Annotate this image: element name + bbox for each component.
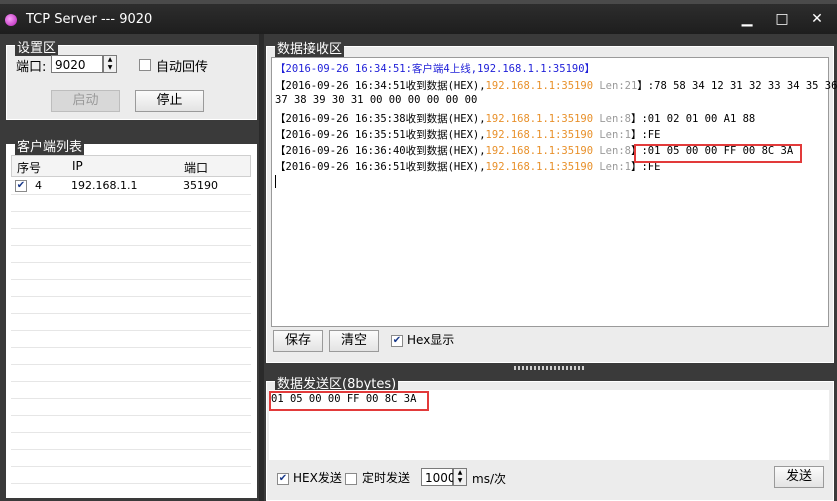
port-label: 端口:	[16, 60, 47, 75]
empty-row	[11, 382, 251, 399]
receive-group-label: 数据接收区	[275, 38, 345, 57]
empty-row	[11, 348, 251, 365]
empty-row	[11, 229, 251, 246]
port-input[interactable]: 9020	[51, 55, 103, 73]
empty-row	[11, 331, 251, 348]
app-icon	[5, 14, 17, 26]
right-panel: 数据接收区 【2016-09-26 16:34:51:客户端4上线,192.16…	[264, 34, 837, 501]
empty-row	[11, 314, 251, 331]
empty-row	[11, 212, 251, 229]
clear-button[interactable]: 清空	[329, 330, 379, 352]
interval-input[interactable]: 1000	[421, 468, 456, 486]
receive-line: 【2016-09-26 16:35:51收到数据(HEX),192.168.1.…	[275, 129, 661, 141]
table-row[interactable]: ✔ 4 192.168.1.1 35190	[11, 178, 251, 195]
window-title: TCP Server --- 9020	[26, 12, 153, 27]
auto-reply-label: 自动回传	[156, 60, 209, 75]
minimize-button[interactable]: ▁	[738, 10, 756, 28]
left-panel: 设置区 端口: 9020 ▲ ▼ 自动回传 启动 停止 客户端列表 序号 IP 端…	[0, 34, 262, 501]
client-port: 35190	[183, 179, 218, 192]
start-button[interactable]: 启动	[51, 90, 120, 112]
client-list-label: 客户端列表	[15, 136, 85, 155]
top-strip	[0, 0, 837, 4]
timed-send-label: 定时发送	[362, 471, 411, 485]
port-stepper[interactable]: ▲ ▼	[103, 55, 117, 73]
interval-stepper[interactable]: ▲ ▼	[453, 468, 467, 486]
empty-row	[11, 195, 251, 212]
highlight-box	[269, 391, 429, 411]
hex-display-label: Hex显示	[407, 333, 455, 347]
receive-textarea[interactable]: 【2016-09-26 16:34:51:客户端4上线,192.168.1.1:…	[271, 57, 837, 327]
settings-group-label: 设置区	[15, 37, 59, 56]
hex-send-label: HEX发送	[293, 471, 342, 485]
receive-line: 【2016-09-26 16:34:51:客户端4上线,192.168.1.1:…	[275, 63, 596, 75]
empty-row	[11, 399, 251, 416]
col-port[interactable]: 端口	[184, 159, 208, 176]
empty-row	[11, 297, 251, 314]
hex-send-checkbox[interactable]: ✔	[277, 473, 289, 485]
empty-row	[11, 433, 251, 450]
highlight-box	[634, 144, 802, 163]
send-group: 数据发送区(8bytes) 01 05 00 00 FF 00 8C 3A ✔ …	[266, 373, 834, 501]
empty-row	[11, 416, 251, 433]
client-index: 4	[35, 179, 42, 192]
interval-unit: ms/次	[472, 472, 506, 486]
send-button[interactable]: 发送	[774, 466, 824, 488]
horizontal-splitter[interactable]	[514, 366, 584, 370]
empty-row	[11, 246, 251, 263]
settings-group: 设置区 端口: 9020 ▲ ▼ 自动回传 启动 停止	[6, 37, 257, 120]
col-ip[interactable]: IP	[72, 159, 83, 173]
empty-row	[11, 280, 251, 297]
client-ip: 192.168.1.1	[71, 179, 138, 192]
title-bar: TCP Server --- 9020 ▁ □ ✕	[0, 0, 837, 34]
receive-group: 数据接收区 【2016-09-26 16:34:51:客户端4上线,192.16…	[266, 38, 837, 363]
client-row-checkbox[interactable]: ✔	[15, 180, 27, 192]
hex-display-checkbox[interactable]: ✔	[391, 335, 403, 347]
client-list-group: 客户端列表 序号 IP 端口 ✔ 4 192.168.1.1 35190	[6, 136, 257, 498]
receive-line: 37 38 39 30 31 00 00 00 00 00 00	[275, 94, 478, 106]
receive-line: 【2016-09-26 16:36:51收到数据(HEX),192.168.1.…	[275, 161, 661, 173]
empty-row	[11, 467, 251, 484]
auto-reply-checkbox[interactable]	[139, 59, 151, 71]
maximize-button[interactable]: □	[773, 10, 791, 28]
receive-line: 【2016-09-26 16:35:38收到数据(HEX),192.168.1.…	[275, 113, 756, 125]
timed-send-checkbox[interactable]	[345, 473, 357, 485]
stop-button[interactable]: 停止	[135, 90, 204, 112]
col-index[interactable]: 序号	[17, 159, 41, 176]
receive-line: 【2016-09-26 16:34:51收到数据(HEX),192.168.1.…	[275, 80, 837, 92]
text-cursor	[275, 175, 276, 188]
close-button[interactable]: ✕	[808, 10, 826, 28]
empty-row	[11, 450, 251, 467]
empty-row	[11, 365, 251, 382]
send-textarea[interactable]: 01 05 00 00 FF 00 8C 3A	[269, 390, 829, 460]
client-table-header: 序号 IP 端口	[11, 155, 251, 177]
save-button[interactable]: 保存	[273, 330, 323, 352]
empty-row	[11, 263, 251, 280]
